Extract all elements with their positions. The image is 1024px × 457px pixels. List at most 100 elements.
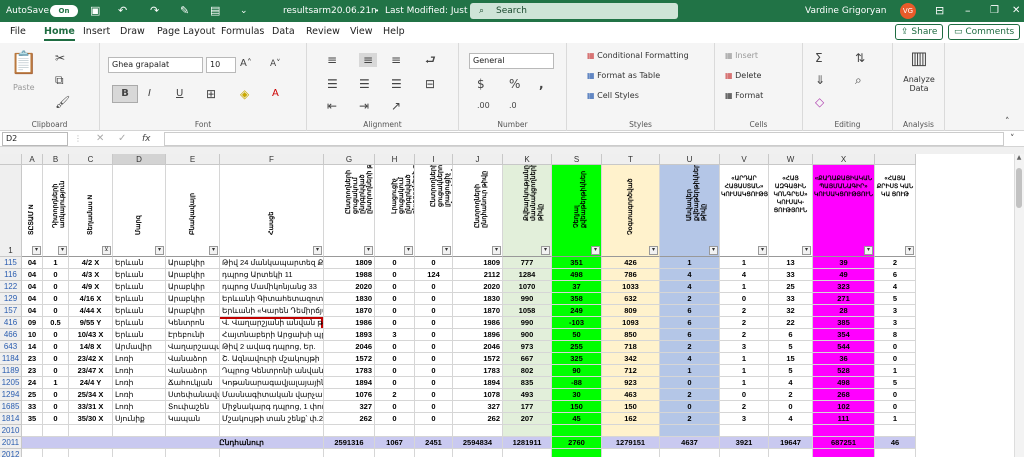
grid-cell[interactable]: -103 (552, 317, 602, 329)
filter-dropdown-icon[interactable]: ▾ (492, 246, 501, 255)
grid-cell[interactable]: 0 (43, 401, 69, 413)
row-header[interactable]: 416 (0, 317, 22, 329)
grid-cell[interactable]: Շ. Ազնավուրի մշակույթի (220, 353, 324, 365)
grid-cell[interactable]: 0 (375, 377, 415, 389)
grid-cell[interactable]: 0 (375, 293, 415, 305)
grid-cell[interactable]: 923 (602, 377, 660, 389)
grid-cell[interactable]: 102 (813, 401, 875, 413)
share-button[interactable]: ⇪ Share (895, 24, 944, 40)
close-icon[interactable]: ✕ (1012, 0, 1020, 22)
grid-cell[interactable]: 0 (375, 281, 415, 293)
column-header-G[interactable]: G (324, 154, 375, 165)
sort-filter-icon[interactable]: ⇅ (855, 51, 865, 65)
tab-data[interactable]: Data (272, 26, 295, 37)
align-left-icon[interactable]: ☰ (327, 77, 338, 91)
row-header[interactable]: 157 (0, 305, 22, 317)
grid-cell[interactable]: 39 (813, 257, 875, 269)
column-header-K[interactable]: K (503, 154, 552, 165)
grid-cell[interactable]: 544 (813, 341, 875, 353)
grid-cell[interactable]: 4 (660, 269, 720, 281)
grid-cell[interactable]: 5 (769, 365, 813, 377)
grid-cell[interactable]: 04 (22, 281, 43, 293)
insert-cells-button[interactable]: ▦ Insert (725, 51, 758, 60)
column-title-cell[interactable]: «ՔԱՂԱՔԱՑԻԱԿԱՆ ՊԱՅՄԱՆԱԳԻՐ» ԿՈՒՍԱԿՑՈՒԹՅՈՒՆ… (813, 165, 875, 257)
grid-cell[interactable] (602, 425, 660, 437)
row-header[interactable]: 2012 (0, 449, 22, 457)
column-header-C[interactable]: C (69, 154, 113, 165)
conditional-formatting-button[interactable]: ▦ Conditional Formatting (587, 51, 689, 60)
grid-cell[interactable]: 0 (375, 305, 415, 317)
spreadsheet-grid[interactable]: A B C D E F G H I J K S T U V W X 1 ՏԸՏԱՄ N ▾ Դիտորդների առկ… (0, 154, 1024, 457)
grid-cell[interactable]: 0 (375, 257, 415, 269)
grid-cell[interactable]: 3 (875, 305, 916, 317)
undo-icon[interactable]: ↶ (118, 0, 127, 22)
top-align-icon[interactable]: ≡ (327, 53, 337, 67)
grid-cell[interactable]: 1986 (324, 317, 375, 329)
grid-cell[interactable]: 09 (22, 317, 43, 329)
bold-button[interactable]: B (112, 85, 138, 103)
column-title-cell[interactable]: Ընտրողների ընդհանուր թիվը ▾ (453, 165, 503, 257)
grid-cell[interactable]: 4/2 X (69, 257, 113, 269)
bottom-align-icon[interactable]: ≡ (391, 53, 401, 67)
grid-cell[interactable]: 177 (503, 401, 552, 413)
grid-cell[interactable]: 323 (813, 281, 875, 293)
total-cell[interactable]: 1067 (375, 437, 415, 449)
grid-cell[interactable]: 2112 (453, 269, 503, 281)
column-title-cell[interactable]: Ընտրողների ցուցակում ընդգրկված ընտրողներ… (324, 165, 375, 257)
middle-align-icon[interactable]: ≡ (359, 53, 377, 67)
column-header-I[interactable]: I (415, 154, 453, 165)
grid-cell[interactable]: 528 (813, 365, 875, 377)
grid-cell[interactable]: 262 (324, 413, 375, 425)
grid-cell[interactable]: 268 (813, 389, 875, 401)
row-header[interactable]: 115 (0, 257, 22, 269)
column-title-cell[interactable]: Հասցե ▾ (220, 165, 324, 257)
row-header[interactable]: 1189 (0, 365, 22, 377)
grid-cell[interactable]: 3 (720, 341, 769, 353)
comments-button[interactable]: ▭ Comments (948, 24, 1021, 40)
redo-icon[interactable]: ↷ (150, 0, 159, 22)
grid-cell[interactable] (453, 449, 503, 457)
column-header-E[interactable]: E (166, 154, 220, 165)
grid-cell[interactable]: 0 (415, 341, 453, 353)
tab-view[interactable]: View (350, 26, 373, 37)
grid-cell[interactable]: 1 (43, 377, 69, 389)
analyze-data-icon[interactable]: ▥ (907, 49, 931, 69)
decrease-indent-icon[interactable]: ⇤ (327, 99, 337, 113)
grid-cell[interactable]: 900 (503, 329, 552, 341)
filter-active-icon[interactable]: ⊻ (102, 246, 111, 255)
grid-cell[interactable]: 2046 (453, 341, 503, 353)
tab-help[interactable]: Help (383, 26, 405, 37)
grid-cell[interactable]: 0 (769, 401, 813, 413)
font-color-icon[interactable]: A (272, 87, 279, 101)
column-header-B[interactable]: B (43, 154, 69, 165)
align-center-icon[interactable]: ☰ (359, 77, 370, 91)
grid-cell[interactable] (220, 425, 324, 437)
total-cell[interactable]: 2594834 (453, 437, 503, 449)
filter-dropdown-icon[interactable]: ▾ (155, 246, 164, 255)
grid-cell[interactable]: 1896 (453, 329, 503, 341)
grid-cell[interactable]: 262 (453, 413, 503, 425)
grid-cell[interactable]: 990 (503, 317, 552, 329)
column-title-cell[interactable]: Տեղամաս N ⊻ (69, 165, 113, 257)
tab-file[interactable]: File (10, 26, 26, 37)
column-title-cell[interactable]: «ՀԱՅԱ ՔՐԻՍՏ ԿԱՆ ԿԱ ՑՈՒԹ ▾ (875, 165, 916, 257)
grid-cell[interactable]: Երևան (113, 257, 166, 269)
filter-dropdown-icon[interactable]: ▾ (313, 246, 322, 255)
column-header-T[interactable]: T (602, 154, 660, 165)
grid-cell[interactable]: 5 (875, 293, 916, 305)
grid-cell[interactable]: 49 (813, 269, 875, 281)
customize-toolbar-icon[interactable]: ⌄ (240, 0, 248, 22)
grid-cell[interactable]: 0 (43, 389, 69, 401)
filter-dropdown-icon[interactable]: ▾ (364, 246, 373, 255)
font-name-box[interactable]: Ghea grapalat (108, 57, 203, 73)
grid-cell[interactable]: 973 (503, 341, 552, 353)
column-title-cell[interactable]: Անվավեր քվեաթերթիկների թիվը ▾ (660, 165, 720, 257)
grid-cell[interactable]: Էրեբունի (166, 329, 220, 341)
filter-dropdown-icon[interactable]: ▾ (802, 246, 811, 255)
total-cell[interactable]: 4637 (660, 437, 720, 449)
grid-cell[interactable]: 2 (660, 389, 720, 401)
filter-dropdown-icon[interactable]: ▾ (864, 246, 873, 255)
grid-cell[interactable] (875, 425, 916, 437)
grid-cell[interactable]: 23/42 X (69, 353, 113, 365)
grid-cell[interactable]: 04 (22, 257, 43, 269)
